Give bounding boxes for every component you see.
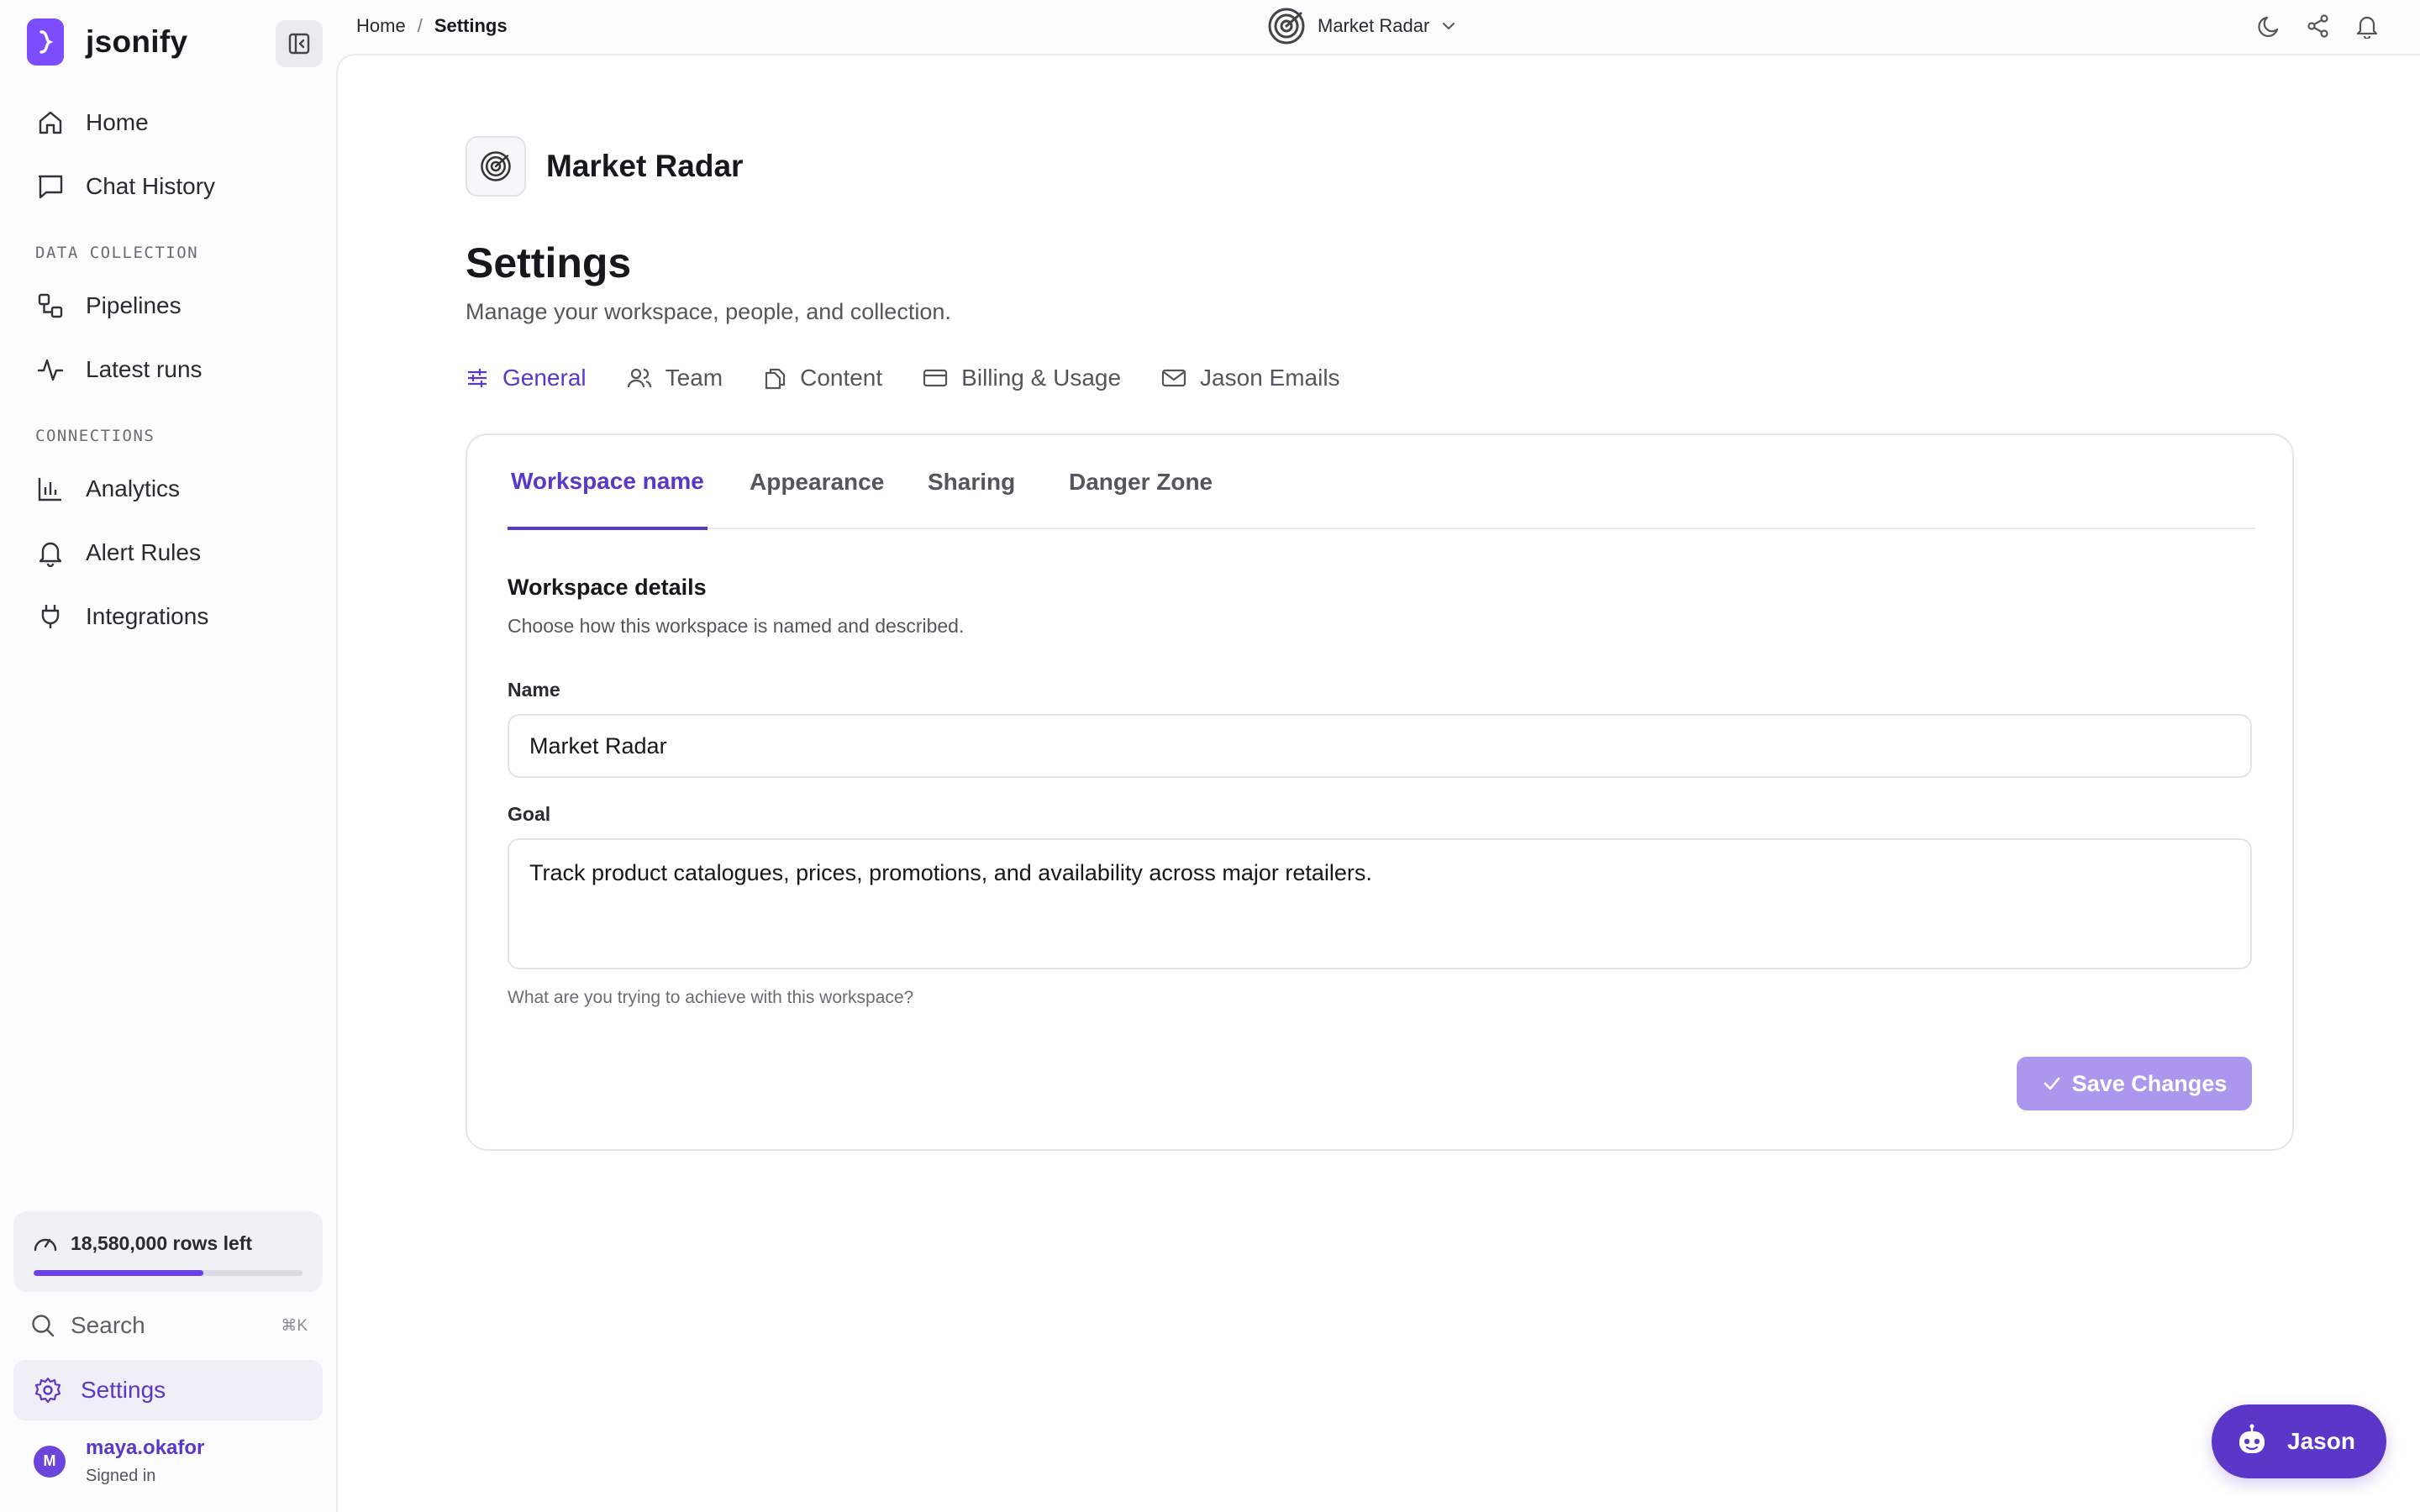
tab-billing-usage[interactable]: Billing & Usage [923,365,1121,391]
workspace-switcher-label: Market Radar [1318,15,1430,36]
gear-icon [34,1376,62,1404]
users-icon [627,366,652,390]
subtab-sharing[interactable]: Sharing [928,435,1015,529]
chat-icon [34,170,67,203]
activity-icon [34,353,67,386]
tab-team[interactable]: Team [627,365,723,391]
breadcrumb: Home / Settings [356,15,508,37]
sidebar-item-alert-rules[interactable]: Alert Rules [34,534,201,571]
tab-label: Team [665,365,723,391]
sidebar-item-settings[interactable]: Settings [13,1360,323,1420]
sidebar-item-integrations[interactable]: Integrations [34,598,208,635]
sidebar-item-label: Settings [81,1377,166,1403]
search-shortcut: ⌘K [281,1316,308,1335]
sidebar-item-label: Pipelines [86,292,182,318]
robot-icon [2233,1423,2270,1460]
sidebar-item-label: Alert Rules [86,539,201,565]
usage-text: 18,580,000 rows left [71,1231,253,1254]
credit-card-icon [923,366,948,390]
brand[interactable]: jsonify [27,18,187,66]
page-title: Settings [466,239,632,286]
subtab-danger-zone[interactable]: Danger Zone [1069,435,1213,529]
section-title: Workspace details [508,575,707,600]
avatar: M [34,1445,66,1478]
tab-label: Content [800,365,883,391]
section-label-connections: CONNECTIONS [35,427,155,445]
section-description: Choose how this workspace is named and d… [508,615,965,637]
check-icon [2042,1074,2062,1094]
sidebar-item-home[interactable]: Home [34,104,149,141]
sidebar-search[interactable]: Search ⌘K [30,1307,308,1344]
sidebar-item-label: Chat History [86,173,216,199]
workspace-goal-textarea[interactable]: Track product catalogues, prices, promot… [508,838,2252,969]
settings-tabs: General Team Content Billing & Usage Jas… [466,361,1381,395]
mail-icon [1161,366,1186,390]
sidebar-item-chat-history[interactable]: Chat History [34,168,215,205]
workspace-radar-icon [466,136,526,197]
plug-icon [34,600,67,633]
search-icon [30,1313,55,1338]
page-subtitle: Manage your workspace, people, and colle… [466,299,951,324]
bell-icon [34,536,67,570]
workspace-name-input[interactable]: Market Radar [508,714,2252,778]
breadcrumb-home[interactable]: Home [356,15,406,37]
sidebar-item-label: Home [86,109,149,135]
brand-logo-icon [27,18,64,66]
notifications-bell-icon[interactable] [2354,13,2380,39]
chevron-down-icon [1441,18,1456,34]
sidebar-item-latest-runs[interactable]: Latest runs [34,351,203,388]
sidebar-item-label: Analytics [86,475,181,501]
gauge-icon [32,1230,59,1257]
search-label: Search [71,1312,145,1338]
collapse-sidebar-button[interactable] [276,20,323,67]
jason-assistant-button[interactable]: Jason [2212,1404,2386,1478]
user-name: maya.okafor [86,1436,205,1459]
save-changes-button[interactable]: Save Changes [2017,1057,2252,1110]
sidebar-item-label: Latest runs [86,356,203,382]
workspace-header: Market Radar [466,136,743,197]
sidebar-item-analytics[interactable]: Analytics [34,470,180,507]
user-status: Signed in [86,1467,156,1485]
theme-toggle-moon-icon[interactable] [2257,13,2282,39]
goal-field-label: Goal [508,803,551,825]
main-panel: Market Radar Settings Manage your worksp… [336,54,2420,1512]
breadcrumb-separator: / [417,15,423,36]
brand-name: jsonify [86,24,188,59]
usage-progress-bar [34,1270,302,1276]
tab-label: Jason Emails [1200,365,1340,391]
topbar-actions [2257,13,2380,39]
topbar: Home / Settings Market Radar [336,0,2420,54]
workspace-switcher[interactable]: Market Radar [1267,7,1456,45]
save-changes-label: Save Changes [2071,1070,2228,1096]
sidebar-item-pipelines[interactable]: Pipelines [34,287,182,324]
name-field-label: Name [508,679,560,701]
tab-general[interactable]: General [466,365,587,391]
sidebar-item-label: Integrations [86,603,209,629]
tab-label: Billing & Usage [961,365,1122,391]
general-subtabs: Workspace name Appearance Sharing Danger… [508,435,2255,530]
breadcrumb-current: Settings [434,15,508,36]
usage-progress-fill [34,1270,203,1276]
settings-card: Workspace name Appearance Sharing Danger… [466,433,2294,1151]
home-icon [34,106,67,139]
sidebar-collapse-icon [288,33,310,55]
section-label-data-collection: DATA COLLECTION [35,244,199,262]
sliders-icon [466,366,489,390]
bar-chart-icon [34,472,67,506]
tab-label: General [502,365,587,391]
tab-jason-emails[interactable]: Jason Emails [1161,365,1340,391]
tab-content[interactable]: Content [763,365,882,391]
user-profile[interactable]: M maya.okafor Signed in [34,1436,204,1486]
workspace-title: Market Radar [546,149,744,183]
pipeline-icon [34,289,67,323]
share-icon[interactable] [2306,13,2331,39]
subtab-workspace-name[interactable]: Workspace name [508,435,708,530]
radar-icon [1267,7,1306,45]
goal-help-text: What are you trying to achieve with this… [508,988,914,1007]
jason-label: Jason [2287,1428,2355,1454]
files-icon [763,366,786,390]
subtab-appearance[interactable]: Appearance [750,435,884,529]
sidebar: jsonify Home Chat History DATA COLLECTIO… [0,0,336,1512]
usage-card[interactable]: 18,580,000 rows left [13,1211,323,1292]
